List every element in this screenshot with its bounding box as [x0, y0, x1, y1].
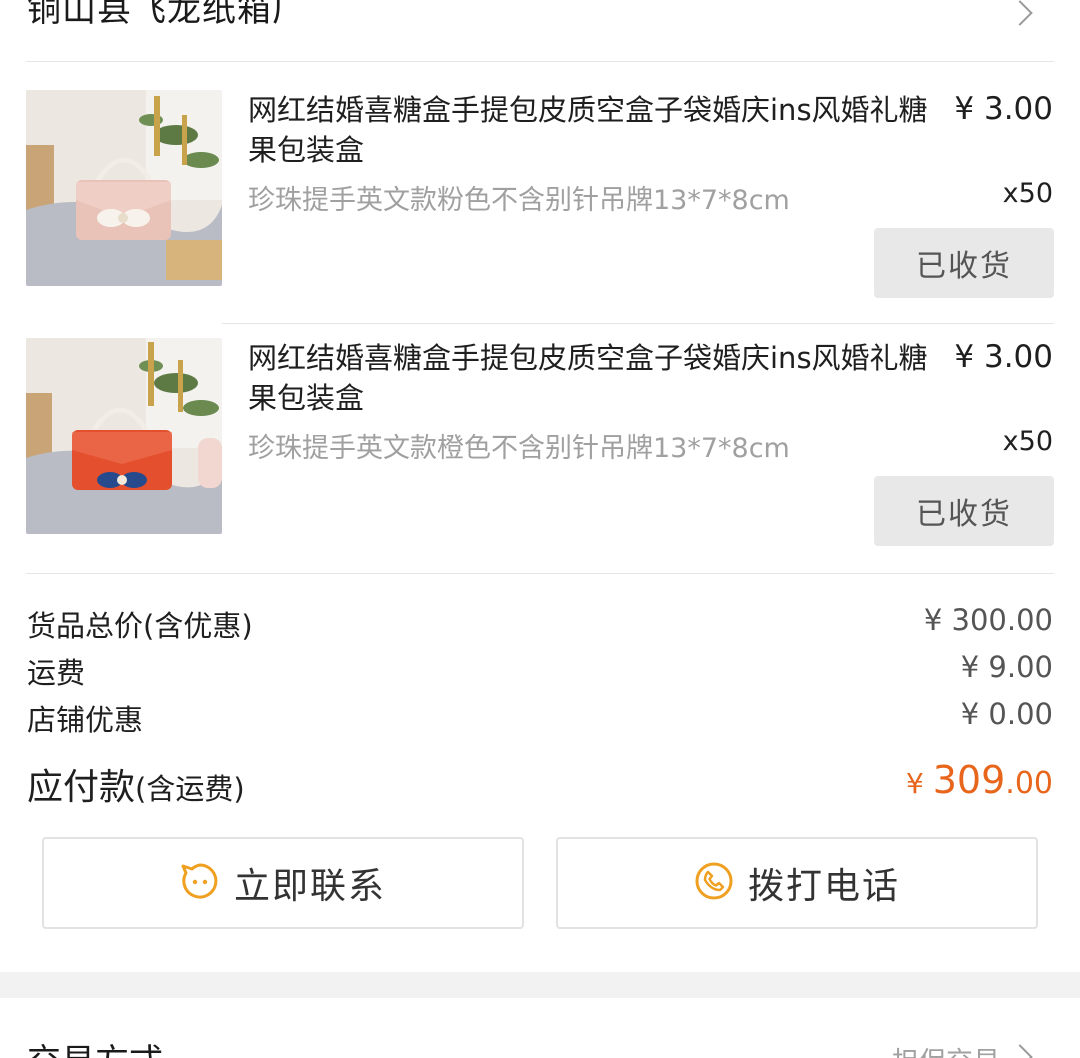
- goods-total-label: 货品总价(含优惠): [27, 609, 253, 643]
- store-discount-row: 店铺优惠 ¥ 0.00: [27, 697, 1053, 737]
- received-status-button[interactable]: 已收货: [874, 476, 1054, 546]
- received-status-button[interactable]: 已收货: [874, 228, 1054, 298]
- payable-label: 应付款(含运费): [27, 758, 245, 810]
- goods-total-value: ¥ 300.00: [923, 603, 1053, 637]
- product-thumbnail[interactable]: [26, 338, 222, 534]
- trade-method-title: 交易方式: [27, 1034, 163, 1058]
- call-phone-label: 拨打电话: [747, 866, 900, 907]
- payable-decimal: .00: [1005, 766, 1053, 801]
- product-price: ¥ 3.00: [954, 91, 1053, 127]
- trade-method-value[interactable]: 担保交易: [892, 1040, 1000, 1058]
- product-thumbnail[interactable]: [26, 90, 222, 286]
- payable-note: (含运费): [135, 772, 245, 806]
- product-price: ¥ 3.00: [954, 339, 1053, 375]
- contact-now-button[interactable]: 立即联系: [42, 837, 524, 929]
- store-discount-value: ¥ 0.00: [960, 697, 1053, 731]
- divider: [26, 61, 1054, 62]
- product-quantity: x50: [1002, 426, 1053, 457]
- shipping-row: 运费 ¥ 9.00: [27, 650, 1053, 690]
- order-item[interactable]: 网红结婚喜糖盒手提包皮质空盒子袋婚庆ins风婚礼糖果包装盒 ¥ 3.00 珍珠提…: [0, 90, 1080, 320]
- contact-now-label: 立即联系: [233, 866, 386, 907]
- divider: [26, 573, 1054, 574]
- payable-label-text: 应付款: [27, 767, 136, 808]
- product-spec: 珍珠提手英文款粉色不含别针吊牌13*7*8cm: [248, 185, 790, 216]
- payable-amount: ¥ 309.00: [906, 758, 1053, 802]
- product-title[interactable]: 网红结婚喜糖盒手提包皮质空盒子袋婚庆ins风婚礼糖果包装盒: [248, 338, 948, 418]
- store-header[interactable]: 铜山县飞龙纸箱厂: [0, 0, 1080, 62]
- product-spec: 珍珠提手英文款橙色不含别针吊牌13*7*8cm: [248, 433, 790, 464]
- divider: [222, 323, 1054, 324]
- store-discount-label: 店铺优惠: [27, 703, 144, 737]
- product-quantity: x50: [1002, 178, 1053, 209]
- store-name: 铜山县飞龙纸箱厂: [27, 0, 307, 30]
- shipping-label: 运费: [27, 656, 86, 690]
- order-item[interactable]: 网红结婚喜糖盒手提包皮质空盒子袋婚庆ins风婚礼糖果包装盒 ¥ 3.00 珍珠提…: [0, 338, 1080, 568]
- phone-icon: [694, 861, 734, 905]
- payable-currency: ¥: [906, 767, 933, 800]
- section-separator: [0, 972, 1080, 998]
- chevron-right-icon: [1007, 0, 1033, 26]
- call-phone-button[interactable]: 拨打电话: [556, 837, 1038, 929]
- payable-integer: 309: [932, 758, 1006, 802]
- shipping-value: ¥ 9.00: [960, 650, 1053, 684]
- product-title[interactable]: 网红结婚喜糖盒手提包皮质空盒子袋婚庆ins风婚礼糖果包装盒: [248, 90, 948, 170]
- chat-face-icon: [180, 861, 220, 905]
- chevron-right-icon: [1007, 1044, 1033, 1058]
- goods-total-row: 货品总价(含优惠) ¥ 300.00: [27, 603, 1053, 643]
